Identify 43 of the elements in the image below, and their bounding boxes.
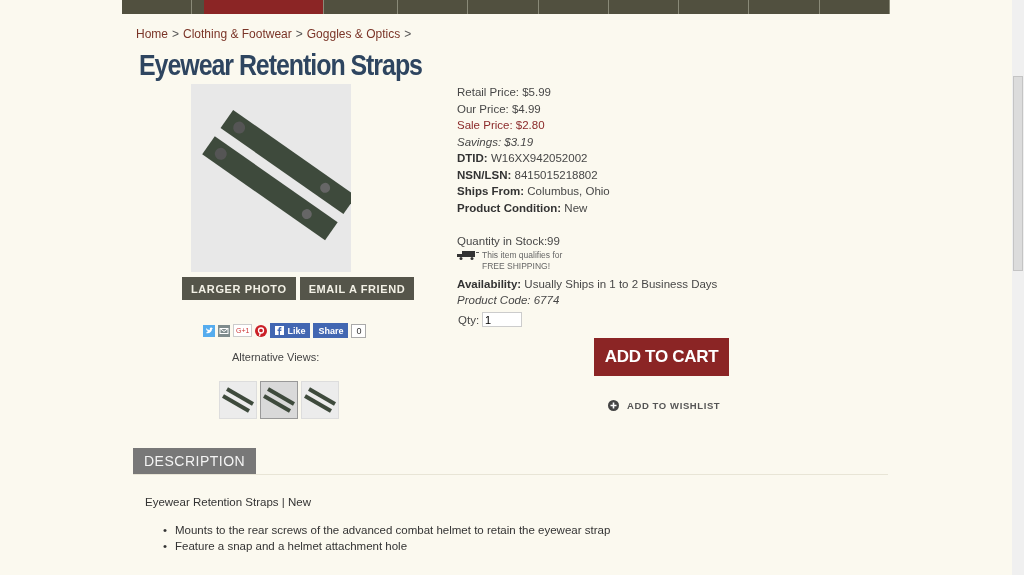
description-bullet: Feature a snap and a helmet attachment hole <box>175 539 408 554</box>
stock-text: Quantity in Stock:99 <box>457 234 561 249</box>
scrollbar[interactable] <box>1012 0 1024 575</box>
detail-text: NSN/LSN: 8415015218802 <box>457 167 599 183</box>
qty-label: Qty: <box>458 312 480 328</box>
bullet-marker: • <box>163 539 169 554</box>
price-text: Our Price: $4.99 <box>457 101 542 117</box>
share-count: 0 <box>351 323 367 338</box>
detail-text: Product Condition: New <box>457 200 589 216</box>
description-intro: Eyewear Retention Straps | New <box>145 496 312 508</box>
alternative-views-label: Alternative Views: <box>232 351 320 363</box>
breadcrumb-link[interactable]: Clothing & Footwear <box>183 27 292 41</box>
share-button[interactable]: Share <box>313 323 349 338</box>
twitter-icon[interactable] <box>203 324 215 337</box>
pinterest-icon[interactable] <box>255 324 268 337</box>
breadcrumb-link[interactable]: Home <box>136 27 168 41</box>
detail-text: Ships From: Columbus, Ohio <box>457 184 611 199</box>
savings-text: Savings: $3.19 <box>457 134 535 150</box>
breadcrumb-separator: > <box>172 27 180 41</box>
plus-icon <box>608 400 619 411</box>
truck-icon <box>457 250 479 260</box>
photo-button[interactable]: LARGER PHOTO <box>182 277 296 300</box>
add-to-wishlist-button[interactable]: ADD TO WISHLIST <box>608 400 721 411</box>
detail-text: DTID: W16XX942052002 <box>457 151 589 166</box>
facebook-icon <box>275 326 285 335</box>
thumbnail-photo[interactable] <box>260 381 298 419</box>
qty-input[interactable]: 1 <box>482 312 523 328</box>
price-text: Retail Price: $5.99 <box>457 85 552 100</box>
availability-text: Availability: Usually Ships in 1 to 2 Business Days <box>457 276 719 292</box>
breadcrumb-separator: > <box>404 27 412 41</box>
breadcrumb-link[interactable]: Goggles & Optics <box>306 27 401 41</box>
bullet-marker: • <box>163 523 169 538</box>
add-to-cart-button[interactable]: ADD TO CART <box>594 338 729 376</box>
sale-price-text: Sale Price: $2.80 <box>457 118 546 133</box>
email-icon[interactable] <box>218 324 230 337</box>
photo-button[interactable]: EMAIL A FRIEND <box>299 277 415 300</box>
product-code-text: Product Code: 6774 <box>457 293 561 308</box>
free-shipping-note: This item qualifies for FREE SHIPPING! <box>482 249 563 272</box>
description-tab[interactable]: DESCRIPTION <box>133 448 257 474</box>
breadcrumb-separator: > <box>295 27 303 41</box>
facebook-like-button[interactable]: Like <box>270 323 311 338</box>
product-title: Eyewear Retention Straps <box>139 48 423 82</box>
description-bullet: Mounts to the rear screws of the advanced combat helmet to retain the eyewear strap <box>175 523 611 538</box>
